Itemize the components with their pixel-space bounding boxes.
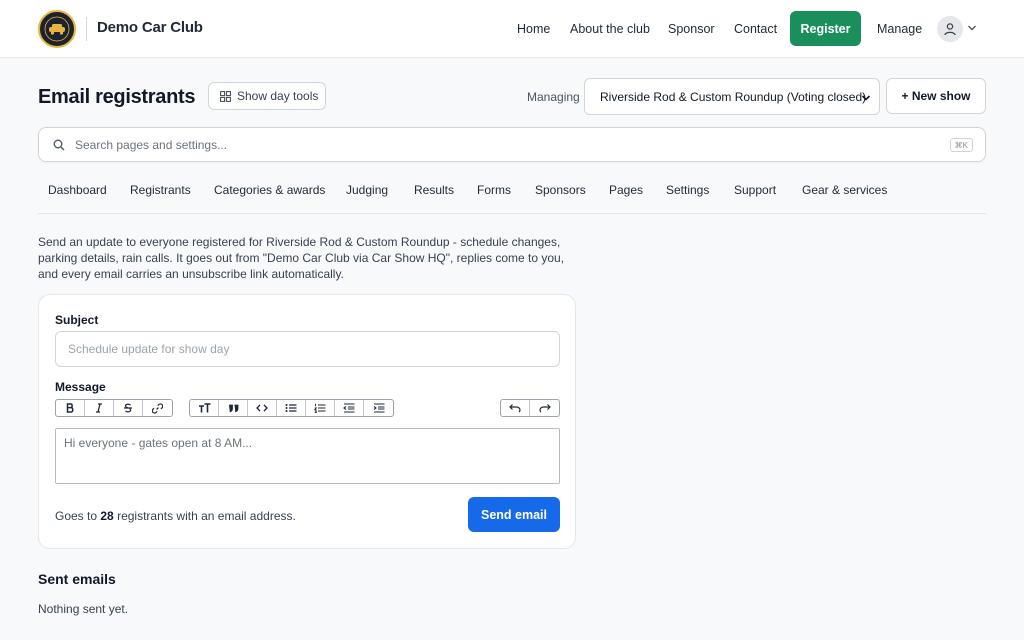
recipient-prefix: Goes to <box>55 509 98 523</box>
managing-label: Managing <box>527 90 580 104</box>
search-bar[interactable]: ⌘K <box>38 127 986 162</box>
indent-icon <box>373 403 384 413</box>
bold-icon <box>66 403 74 413</box>
undo-icon <box>509 404 521 413</box>
tab-dashboard[interactable]: Dashboard <box>48 183 107 197</box>
nav-manage[interactable]: Manage <box>877 22 922 36</box>
redo-button[interactable] <box>530 400 559 416</box>
nav-about[interactable]: About the club <box>570 22 650 36</box>
message-label: Message <box>55 380 106 394</box>
brand-name[interactable]: Demo Car Club <box>97 19 203 36</box>
register-button[interactable]: Register <box>790 11 861 46</box>
nav-contact[interactable]: Contact <box>734 22 777 36</box>
indent-button[interactable] <box>364 400 393 416</box>
outdent-icon <box>343 403 355 413</box>
redo-icon <box>538 404 551 413</box>
subject-input[interactable] <box>55 331 560 367</box>
search-input[interactable] <box>75 135 935 155</box>
bold-button[interactable] <box>56 400 85 416</box>
user-avatar[interactable] <box>937 16 963 42</box>
tab-forms[interactable]: Forms <box>477 183 511 197</box>
tab-judging[interactable]: Judging <box>346 183 388 197</box>
compose-email-card: Subject Message <box>38 294 576 549</box>
code-icon <box>256 404 268 412</box>
recipient-summary: Goes to 28 registrants with an email add… <box>55 509 296 523</box>
bullet-list-button[interactable] <box>277 400 306 416</box>
page-title: Email registrants <box>38 86 196 108</box>
subject-label: Subject <box>55 313 99 327</box>
sent-emails-heading: Sent emails <box>38 571 116 587</box>
car-club-logo[interactable] <box>38 10 76 48</box>
outdent-button[interactable] <box>335 400 364 416</box>
history-toolbar-group <box>500 399 560 417</box>
chevron-down-icon[interactable] <box>967 23 977 33</box>
intro-text: Send an update to everyone registered fo… <box>38 235 565 281</box>
strikethrough-icon <box>124 403 132 413</box>
recipient-count: 28 <box>100 509 114 523</box>
bullet-list-icon <box>285 404 297 412</box>
strikethrough-button[interactable] <box>114 400 143 416</box>
tab-registrants[interactable]: Registrants <box>130 183 191 197</box>
nav-sponsor[interactable]: Sponsor <box>668 22 715 36</box>
tab-support[interactable]: Support <box>734 183 776 197</box>
sent-emails-empty-state: Nothing sent yet. <box>38 602 129 616</box>
tab-results[interactable]: Results <box>414 183 454 197</box>
send-email-button[interactable]: Send email <box>468 497 560 532</box>
italic-button[interactable] <box>85 400 114 416</box>
new-show-button[interactable]: + New show <box>886 78 986 114</box>
keyboard-shortcut-badge: ⌘K <box>949 138 973 152</box>
search-icon <box>53 139 65 151</box>
quote-icon <box>228 404 238 413</box>
block-toolbar-group <box>189 399 394 417</box>
show-day-tools-button[interactable]: Show day tools <box>208 82 326 110</box>
message-editor[interactable] <box>55 428 560 484</box>
show-select[interactable]: Riverside Rod & Custom Roundup (Voting c… <box>584 78 880 115</box>
tab-gear-services[interactable]: Gear & services <box>802 183 887 197</box>
italic-icon <box>96 403 102 413</box>
show-day-tools-label: Show day tools <box>237 89 319 103</box>
numbered-list-icon <box>314 403 326 413</box>
user-icon <box>944 23 956 36</box>
show-select-value: Riverside Rod & Custom Roundup (Voting c… <box>600 89 867 104</box>
logo-divider <box>86 17 87 41</box>
numbered-list-button[interactable] <box>306 400 335 416</box>
code-button[interactable] <box>248 400 277 416</box>
format-toolbar-group <box>55 399 173 417</box>
heading-icon <box>198 403 210 413</box>
nav-home[interactable]: Home <box>517 22 550 36</box>
section-tabs: Dashboard Registrants Categories & award… <box>38 176 986 214</box>
undo-button[interactable] <box>501 400 530 416</box>
recipient-suffix: registrants with an email address. <box>117 509 296 523</box>
top-navbar: Demo Car Club Home About the club Sponso… <box>0 0 1024 58</box>
chevron-down-icon <box>861 95 871 101</box>
tab-sponsors[interactable]: Sponsors <box>535 183 586 197</box>
tab-pages[interactable]: Pages <box>609 183 643 197</box>
heading-button[interactable] <box>190 400 219 416</box>
tab-settings[interactable]: Settings <box>666 183 709 197</box>
quote-button[interactable] <box>219 400 248 416</box>
tab-categories-awards[interactable]: Categories & awards <box>214 183 325 197</box>
link-button[interactable] <box>143 400 172 416</box>
grid-icon <box>220 90 231 102</box>
link-icon <box>152 402 163 414</box>
